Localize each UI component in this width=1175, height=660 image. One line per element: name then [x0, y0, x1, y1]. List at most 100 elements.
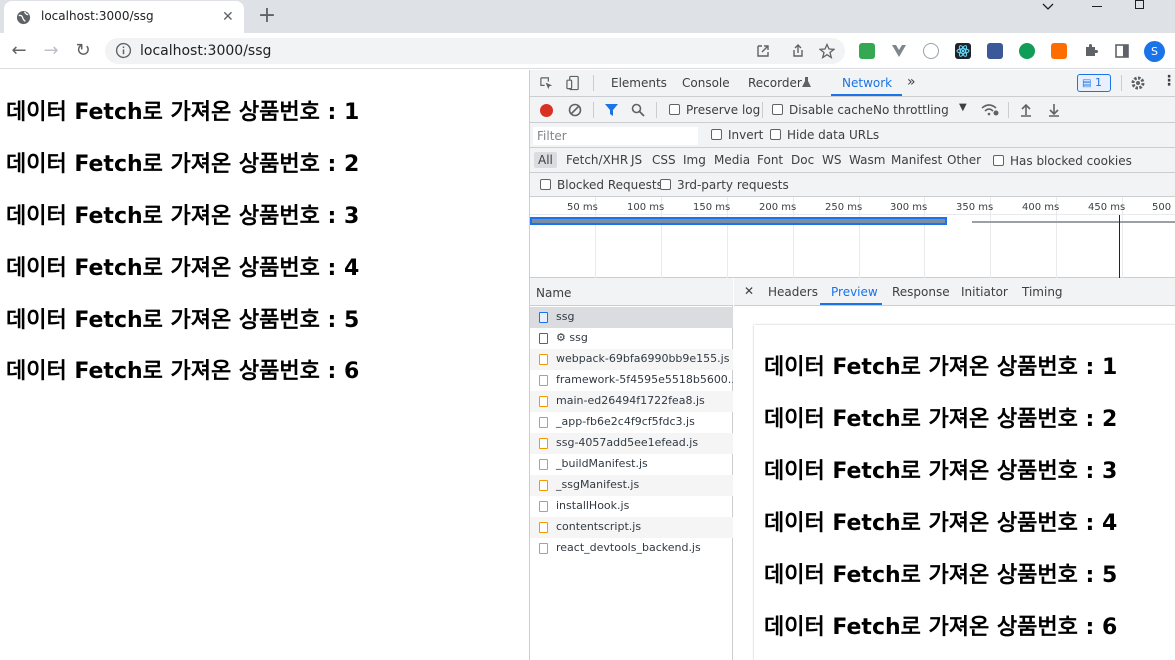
- bookmark-star-icon[interactable]: [819, 43, 835, 59]
- request-name: _buildManifest.js: [556, 457, 648, 470]
- request-row[interactable]: ⚙ ssg: [530, 328, 733, 349]
- network-overview-timeline[interactable]: 50 ms 100 ms 150 ms 200 ms 250 ms 300 ms…: [530, 197, 1175, 278]
- extensions-puzzle-icon[interactable]: [1083, 43, 1099, 59]
- request-row[interactable]: main-ed26494f1722fea8.js: [530, 391, 733, 412]
- address-bar[interactable]: localhost:3000/ssg: [105, 38, 845, 64]
- tab-network[interactable]: Network: [842, 76, 892, 90]
- new-tab-button[interactable]: +: [257, 3, 277, 28]
- forward-arrow-icon[interactable]: →: [40, 40, 62, 62]
- react-devtools-icon[interactable]: [955, 43, 971, 59]
- browser-tab[interactable]: localhost:3000/ssg ✕: [4, 1, 244, 33]
- timeline-tick: 350 ms: [956, 202, 994, 213]
- request-row[interactable]: webpack-69bfa6990bb9e155.js: [530, 349, 733, 370]
- preserve-log-checkbox[interactable]: [669, 104, 680, 115]
- type-doc[interactable]: Doc: [787, 152, 818, 168]
- network-toolbar: Preserve log Disable cache No throttling…: [530, 97, 1175, 123]
- issues-badge[interactable]: ▤ 1: [1077, 74, 1111, 92]
- tab-response[interactable]: Response: [892, 285, 950, 299]
- profile-avatar[interactable]: S: [1144, 41, 1165, 62]
- blocked-requests-checkbox[interactable]: [540, 179, 551, 190]
- search-icon[interactable]: [631, 103, 645, 117]
- extension-orange-icon[interactable]: [1051, 43, 1067, 59]
- divider: [1121, 75, 1122, 91]
- request-row[interactable]: _app-fb6e2c4f9cf5fdc3.js: [530, 412, 733, 433]
- type-js[interactable]: JS: [627, 152, 646, 168]
- open-in-new-icon[interactable]: [755, 43, 771, 59]
- tab-console[interactable]: Console: [682, 76, 730, 90]
- vue-devtools-icon[interactable]: [891, 43, 907, 59]
- chevron-down-icon[interactable]: [1041, 2, 1055, 12]
- throttling-select[interactable]: No throttling: [873, 103, 949, 117]
- tab-timing[interactable]: Timing: [1022, 285, 1063, 299]
- has-blocked-cookies-label: Has blocked cookies: [1010, 154, 1132, 168]
- filter-input[interactable]: Filter: [533, 127, 698, 145]
- preview-product-item: 데이터 Fetch로 가져온 상품번호 : 5: [764, 563, 1118, 588]
- info-icon[interactable]: [115, 42, 132, 59]
- tab-preview[interactable]: Preview: [831, 285, 878, 299]
- clear-icon[interactable]: [568, 103, 582, 117]
- more-options-icon[interactable]: ⋮: [1162, 73, 1175, 89]
- extension-green-icon[interactable]: [859, 43, 875, 59]
- network-conditions-icon[interactable]: [981, 103, 999, 117]
- filter-icon[interactable]: [604, 103, 619, 117]
- timeline-tick: 200 ms: [759, 202, 797, 213]
- close-detail-icon[interactable]: ✕: [744, 284, 754, 298]
- record-icon[interactable]: [540, 104, 553, 117]
- dropdown-arrow-icon[interactable]: ▼: [959, 102, 967, 113]
- request-row[interactable]: framework-5f4595e5518b5600...: [530, 370, 733, 391]
- disable-cache-checkbox[interactable]: [772, 104, 783, 115]
- hide-data-urls-checkbox[interactable]: [770, 129, 781, 140]
- tab-elements[interactable]: Elements: [611, 76, 667, 90]
- device-toolbar-icon[interactable]: [566, 75, 581, 91]
- extension-clock-icon[interactable]: [923, 43, 939, 59]
- tab-headers[interactable]: Headers: [768, 285, 818, 299]
- request-row[interactable]: ssg-4057add5ee1efead.js: [530, 433, 733, 454]
- type-css[interactable]: CSS: [648, 152, 680, 168]
- type-other[interactable]: Other: [943, 152, 985, 168]
- side-panel-icon[interactable]: [1114, 43, 1130, 59]
- type-all[interactable]: All: [534, 152, 557, 168]
- type-img[interactable]: Img: [679, 152, 710, 168]
- timeline-tick: 500 ms: [1152, 202, 1175, 213]
- tab-title: localhost:3000/ssg: [41, 9, 154, 23]
- export-har-icon[interactable]: [1048, 103, 1060, 117]
- type-media[interactable]: Media: [710, 152, 754, 168]
- extension-teal-icon[interactable]: [1019, 43, 1035, 59]
- tab-initiator[interactable]: Initiator: [961, 285, 1008, 299]
- request-row[interactable]: installHook.js: [530, 496, 733, 517]
- share-icon[interactable]: [790, 43, 806, 59]
- more-tabs-icon[interactable]: »: [907, 74, 916, 90]
- type-manifest[interactable]: Manifest: [887, 152, 946, 168]
- request-row[interactable]: contentscript.js: [530, 517, 733, 538]
- type-fetch-xhr[interactable]: Fetch/XHR: [562, 152, 632, 168]
- request-row[interactable]: ssg: [530, 307, 733, 328]
- document-icon: [539, 312, 548, 323]
- gear-icon[interactable]: [1130, 75, 1146, 91]
- request-name: _app-fb6e2c4f9cf5fdc3.js: [556, 415, 695, 428]
- tab-recorder[interactable]: Recorder: [748, 76, 802, 90]
- minimize-icon[interactable]: [1092, 6, 1102, 7]
- extension-blue-icon[interactable]: [987, 43, 1003, 59]
- blocked-requests-row: Blocked Requests 3rd-party requests: [530, 173, 1175, 197]
- invert-checkbox[interactable]: [711, 129, 722, 140]
- invert-label: Invert: [728, 128, 764, 142]
- type-wasm[interactable]: Wasm: [845, 152, 889, 168]
- preview-product-item: 데이터 Fetch로 가져온 상품번호 : 3: [764, 459, 1118, 484]
- inspect-element-icon[interactable]: [539, 76, 554, 91]
- name-column-header[interactable]: Name: [530, 278, 733, 306]
- type-ws[interactable]: WS: [818, 152, 845, 168]
- request-row[interactable]: _buildManifest.js: [530, 454, 733, 475]
- type-font[interactable]: Font: [753, 152, 787, 168]
- has-blocked-cookies-checkbox[interactable]: [993, 155, 1004, 166]
- third-party-checkbox[interactable]: [660, 179, 671, 190]
- product-item: 데이터 Fetch로 가져온 상품번호 : 2: [6, 152, 360, 177]
- request-row[interactable]: _ssgManifest.js: [530, 475, 733, 496]
- request-row[interactable]: react_devtools_backend.js: [530, 538, 733, 559]
- product-item: 데이터 Fetch로 가져온 상품번호 : 1: [6, 100, 360, 125]
- reload-icon[interactable]: ↻: [72, 40, 94, 62]
- close-tab-icon[interactable]: ✕: [222, 9, 234, 25]
- maximize-icon[interactable]: [1135, 0, 1144, 9]
- back-arrow-icon[interactable]: ←: [8, 40, 30, 62]
- script-file-icon: [539, 375, 548, 386]
- import-har-icon[interactable]: [1020, 103, 1032, 117]
